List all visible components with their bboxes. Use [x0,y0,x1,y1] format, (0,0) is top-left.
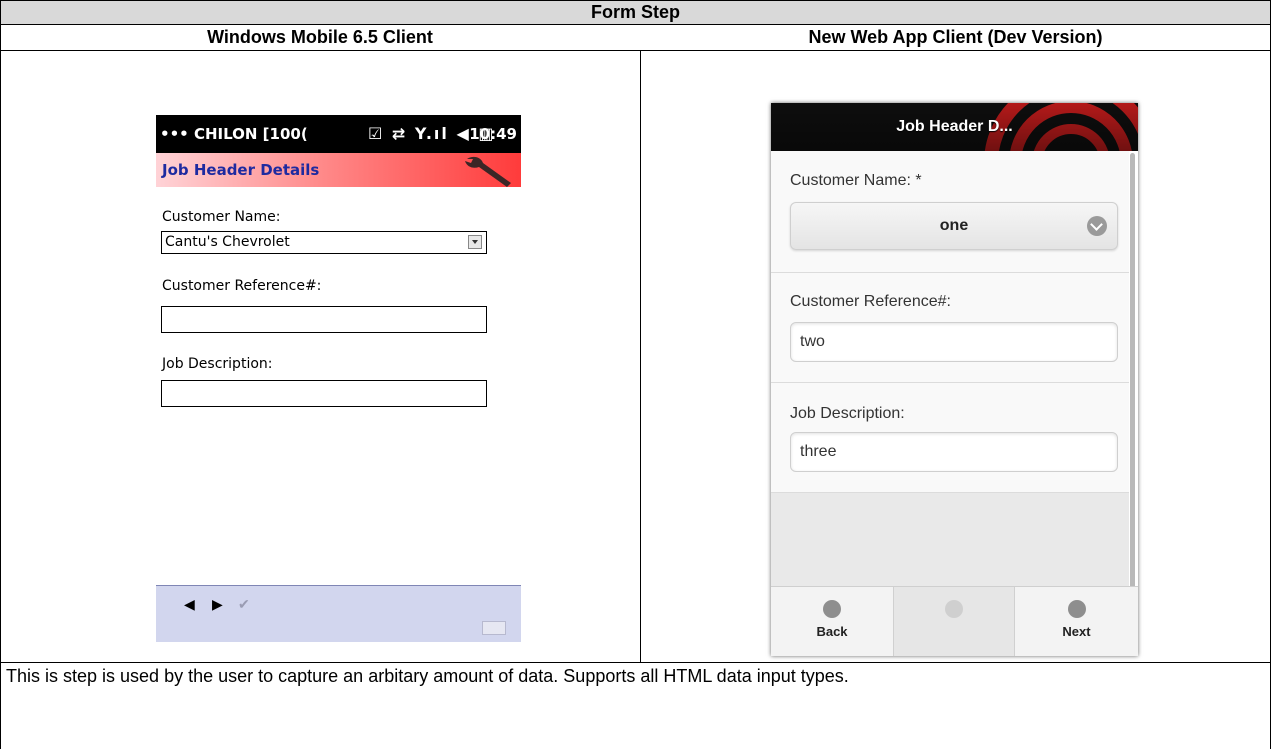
dropdown-arrow-icon[interactable] [468,235,482,249]
customer-name-label: Customer Name: * [790,172,922,189]
border-line [0,50,1271,51]
scrollbar[interactable] [1130,153,1135,591]
wm-page-title: Job Header Details [162,161,320,179]
right-column-header: New Web App Client (Dev Version) [808,27,1103,47]
back-button[interactable]: Back [771,587,893,656]
next-button[interactable]: Next [1015,587,1138,656]
back-label: Back [816,624,848,639]
customer-reference-value: two [800,333,825,350]
job-description-value: three [800,443,837,460]
wm-status-bar: ••• CHILON [100( ☑ ⇄ Y.ıl ◀ ▥ 10:49 [156,115,521,153]
job-description-input[interactable]: three [790,432,1118,472]
forward-arrow-icon[interactable]: ▶ [212,596,223,613]
next-label: Next [1062,624,1091,639]
customer-reference-label: Customer Reference#: [790,293,951,310]
customer-name-field: Customer Name: * one [771,151,1129,273]
carrier-label: ••• CHILON [100( [160,125,308,143]
wm-customer-name-select[interactable]: Cantu's Chevrolet [161,231,487,254]
table-title: Form Step [0,0,1271,24]
clock-label: 10:49 [469,125,517,143]
left-column-header: Windows Mobile 6.5 Client [207,27,433,47]
wm-bottom-bar: ◀ ▶ ✔ [156,585,521,642]
menu-button[interactable] [893,587,1015,656]
menu-icon [945,600,963,618]
keyboard-icon[interactable] [482,621,506,635]
wm-description-label: Job Description: [162,356,273,372]
customer-name-select[interactable]: one [790,202,1118,250]
empty-area [771,493,1129,586]
border-line [0,0,1,749]
border-line [640,50,641,662]
wm-reference-label: Customer Reference#: [162,278,322,294]
wm-reference-input[interactable] [161,306,487,333]
check-icon[interactable]: ✔ [238,596,250,613]
wm-customer-name-label: Customer Name: [162,209,281,225]
wm-title-bar: Job Header Details [156,153,521,187]
border-line [0,662,1271,663]
border-line [0,24,1271,25]
back-arrow-icon[interactable]: ◀ [184,596,195,613]
web-footer-nav: Back Next [771,586,1138,656]
border-line [0,0,1271,1]
step-description: This is step is used by the user to capt… [6,666,849,686]
back-arrow-icon [823,600,841,618]
web-page-title: Job Header D... [896,118,1013,135]
wm-description-input[interactable] [161,380,487,407]
wrench-icon [465,156,511,187]
customer-name-value: one [939,217,969,234]
web-header-bar: Job Header D... [771,103,1138,151]
customer-reference-input[interactable]: two [790,322,1118,362]
next-arrow-icon [1067,600,1086,618]
chevron-down-icon [1087,216,1107,236]
web-app-screen: Job Header D... Customer Name: * one Cus… [771,103,1138,656]
job-description-field: Job Description: three [771,383,1129,493]
customer-reference-field: Customer Reference#: two [771,273,1129,383]
windows-mobile-screen: ••• CHILON [100( ☑ ⇄ Y.ıl ◀ ▥ 10:49 Job … [156,115,521,642]
job-description-label: Job Description: [790,405,905,422]
wm-customer-name-value: Cantu's Chevrolet [165,234,290,250]
